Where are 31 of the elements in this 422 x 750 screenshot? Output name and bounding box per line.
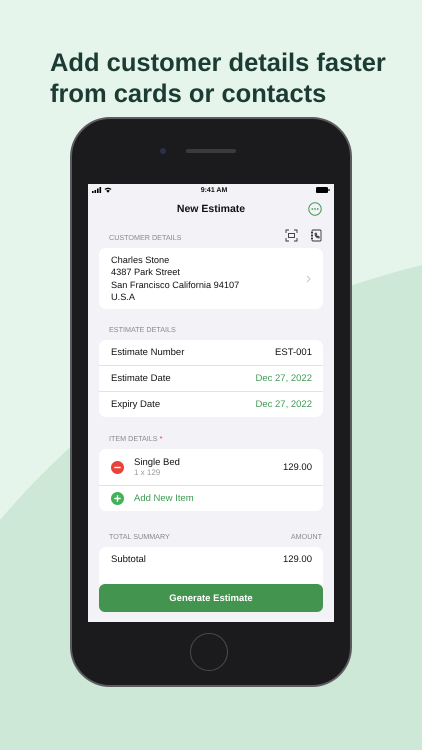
chevron-icon xyxy=(306,274,311,282)
speaker-grille xyxy=(186,149,236,153)
add-icon xyxy=(111,492,124,505)
headline: Add customer details faster from cards or contacts xyxy=(50,48,387,110)
signal-icon xyxy=(92,187,102,193)
customer-card[interactable]: Charles Stone 4387 Park Street San Francisco California 94107 U.S.A xyxy=(99,248,323,309)
contact-book-icon[interactable] xyxy=(310,229,322,242)
item-name: Single Bed xyxy=(134,457,181,468)
date-value[interactable]: Dec 27, 2022 xyxy=(255,373,312,384)
scan-card-icon[interactable] xyxy=(285,229,298,242)
camera-icon xyxy=(160,148,166,154)
customer-address-line: San Francisco California 94107 xyxy=(111,278,240,291)
generate-estimate-button[interactable]: Generate Estimate xyxy=(99,584,323,612)
customer-address-line: 4387 Park Street xyxy=(111,266,181,278)
customer-address-line: Charles Stone xyxy=(111,254,170,266)
wifi-icon xyxy=(104,187,112,193)
battery-icon xyxy=(316,187,330,193)
remove-icon xyxy=(111,460,124,474)
total-label: Subtotal xyxy=(111,554,146,565)
date-value[interactable]: Dec 27, 2022 xyxy=(255,399,312,410)
add-item-link[interactable]: Add New Item xyxy=(134,493,194,504)
more-icon[interactable] xyxy=(308,202,322,216)
item-amount: 129.00 xyxy=(282,462,312,472)
field-label: Estimate Number xyxy=(111,347,184,358)
customer-address-line: U.S.A xyxy=(111,290,136,304)
field-label: Estimate Date xyxy=(111,373,171,384)
total-value: 129.00 xyxy=(282,554,312,565)
nav-title: New Estimate xyxy=(176,203,246,215)
field-label: Expiry Date xyxy=(111,399,160,410)
item-quantity: 1 x 129 xyxy=(134,468,162,477)
field-value: EST-001 xyxy=(275,347,312,358)
